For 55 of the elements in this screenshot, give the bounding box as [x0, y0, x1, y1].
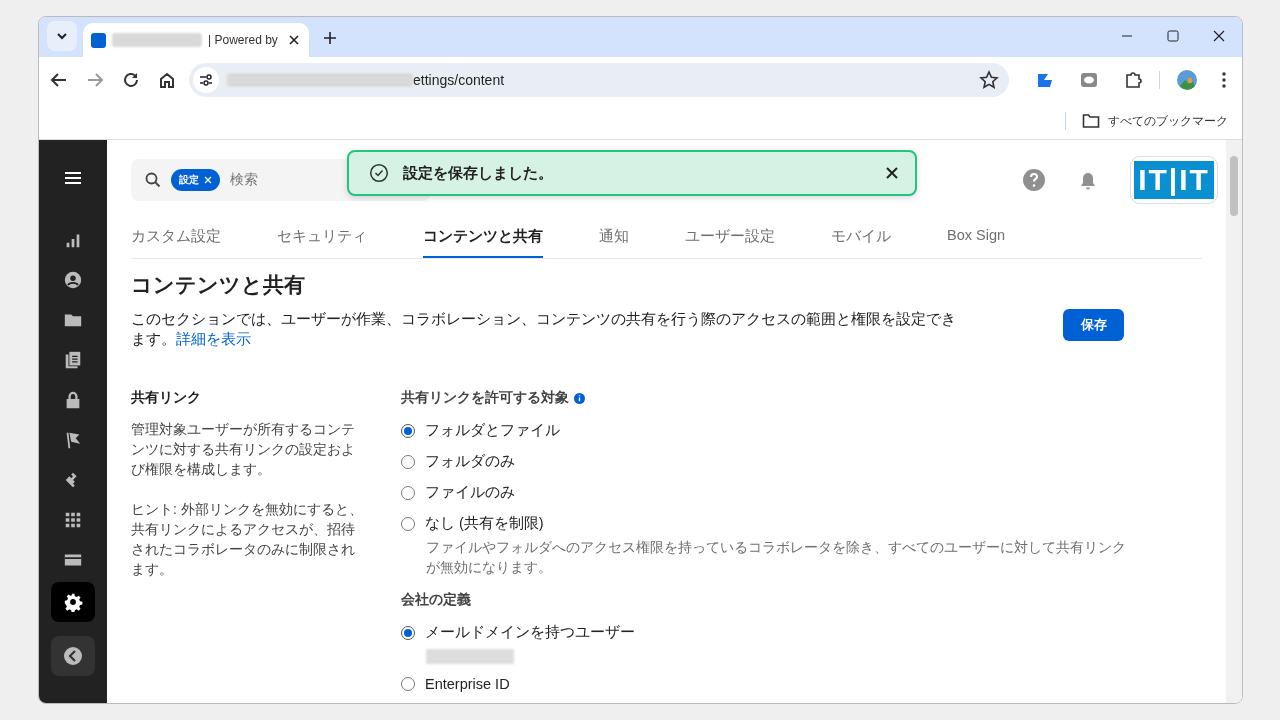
close-icon[interactable]: [885, 166, 899, 180]
users-icon: [63, 270, 83, 290]
section-title: 共有リンク: [131, 389, 202, 407]
star-icon[interactable]: [979, 70, 999, 90]
filter-chip[interactable]: 設定: [171, 169, 220, 191]
tab-list-button[interactable]: [47, 21, 77, 51]
settings-tab[interactable]: モバイル: [831, 219, 891, 258]
puzzle-icon[interactable]: [1123, 70, 1143, 90]
info-icon[interactable]: [574, 392, 585, 404]
option-label: フォルダとファイル: [425, 421, 560, 440]
settings-tab[interactable]: ユーザー設定: [685, 219, 775, 258]
page-description: このセクションでは、ユーザーが作業、コラボレーション、コンテンツの共有を行う際のアクセスの範囲と権限を設定できます。詳細を表示: [131, 310, 957, 349]
save-button[interactable]: 保存: [1063, 309, 1124, 341]
option-label: なし (共有を制限): [425, 514, 544, 533]
option-label: Enterprise ID: [425, 675, 510, 692]
collapse-button[interactable]: [51, 636, 95, 676]
option-note: ファイルやフォルダへのアクセス権限を持っているコラボレータを除き、すべてのユーザーに対して共有リンクが無効になります。: [426, 538, 1126, 577]
url-text: ettings/content: [413, 72, 505, 88]
check-circle-icon: [369, 163, 389, 183]
settings-tab[interactable]: Box Sign: [947, 219, 1006, 258]
section-hint: ヒント: 外部リンクを無効にすると、共有リンクによるアクセスが、招待されたコラボレータのみに制限されます。: [131, 500, 363, 579]
search-icon: [145, 172, 161, 188]
copies-icon: [63, 350, 83, 370]
menu-icon[interactable]: [64, 171, 82, 185]
bookmarks-label[interactable]: すべてのブックマーク: [1108, 112, 1228, 130]
settings-tab[interactable]: セキュリティ: [277, 219, 367, 258]
chevron-left-icon: [63, 646, 83, 666]
page-heading: コンテンツと共有: [131, 272, 306, 298]
folder-icon: [1082, 113, 1100, 129]
option-label: フォルダのみ: [425, 452, 515, 471]
apps-icon: [63, 510, 83, 530]
search-placeholder: 検索: [230, 171, 258, 189]
profile-avatar-icon[interactable]: [1176, 69, 1198, 91]
address-bar[interactable]: ettings/content: [189, 63, 1009, 97]
chat-extension-icon[interactable]: [1079, 70, 1099, 90]
help-icon[interactable]: [1022, 168, 1046, 192]
option-label: メールドメインを持つユーザー: [425, 623, 635, 642]
group-label: 共有リンクを許可する対象: [401, 389, 569, 407]
close-icon[interactable]: [287, 33, 301, 47]
browser-tab[interactable]: | Powered by: [83, 23, 309, 57]
tab-title: | Powered by: [208, 33, 279, 47]
chevron-down-icon: [56, 30, 68, 42]
section-description: 管理対象ユーザーが所有するコンテンツに対する共有リンクの設定および権限を構成します。: [131, 420, 356, 479]
settings-icon: [63, 592, 83, 612]
site-settings-icon: [198, 72, 214, 88]
scrollbar[interactable]: [1226, 140, 1242, 703]
option-label: ファイルのみ: [425, 483, 515, 502]
details-link[interactable]: 詳細を表示: [176, 331, 251, 347]
group-label: 会社の定義: [401, 591, 471, 609]
company-logo[interactable]: IT|IT: [1130, 156, 1218, 204]
settings-tab[interactable]: カスタム設定: [131, 219, 221, 258]
settings-tab[interactable]: コンテンツと共有: [423, 219, 543, 258]
box-logo-icon: [91, 32, 106, 48]
settings-tab[interactable]: 通知: [599, 219, 629, 258]
sidebar-item[interactable]: [51, 582, 95, 622]
